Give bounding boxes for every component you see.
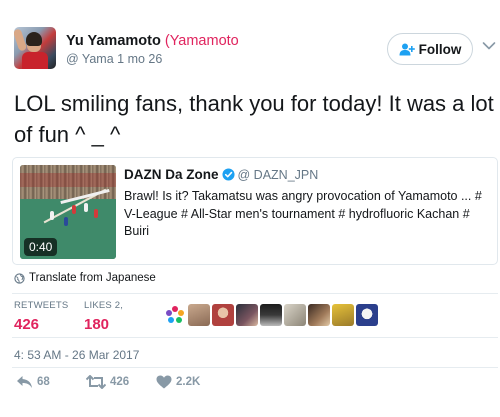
avatar-body [22,52,48,69]
translate-link[interactable]: Translate from Japanese [14,272,156,284]
avatar-hair [26,32,42,46]
likes-label: LIKES 2, [84,300,124,311]
divider [12,293,498,294]
heart-icon [156,375,172,389]
author-name-line[interactable]: Yu Yamamoto (Yamamoto [66,33,239,49]
thumbnail-player [64,217,68,226]
divider [12,367,498,368]
liker-avatar[interactable] [236,304,258,326]
reply-count: 68 [37,376,50,388]
author-extra-name: (Yamamoto [164,33,239,49]
retweet-count: 426 [110,376,130,388]
liker-avatar[interactable] [164,304,186,326]
divider [12,337,498,338]
reply-icon [17,376,32,388]
quoted-author-name[interactable]: DAZN Da Zone [124,167,219,182]
likes-value: 180 [84,316,110,333]
retweet-icon [86,375,106,389]
tweet-header: Yu Yamamoto (Yamamoto @ Yama 1 mo 26 Fol… [12,27,496,73]
retweets-label: RETWEETS [14,300,69,311]
liker-avatar[interactable] [356,304,378,326]
likes-stat[interactable]: LIKES 2, 180 [84,300,123,333]
thumbnail-player [50,211,54,220]
thumbnail-crowd [20,173,116,187]
thumbnail-player [84,203,88,212]
like-button[interactable]: 2.2K [156,375,200,389]
author-handle[interactable]: @ Yama [66,52,114,66]
thumbnail-player [94,209,98,218]
liker-avatar[interactable] [188,304,210,326]
tweet-timestamp[interactable]: 4: 53 AM - 26 Mar 2017 [14,348,139,362]
avatar[interactable] [14,27,56,69]
thumbnail-player [72,205,76,214]
globe-icon [14,272,25,284]
quoted-tweet-card[interactable]: 0:40 DAZN Da Zone @ DAZN_JPN Brawl! Is i… [12,157,498,265]
quoted-tweet-header: DAZN Da Zone @ DAZN_JPN [124,167,318,182]
liker-avatar[interactable] [284,304,306,326]
follow-icon [399,43,415,55]
like-count: 2.2K [176,376,201,388]
follow-button[interactable]: Follow [387,33,473,65]
liker-avatar[interactable] [332,304,354,326]
author-display-name[interactable]: Yu Yamamoto [66,33,161,49]
follow-button-label: Follow [418,41,462,57]
retweets-value: 426 [14,316,40,333]
video-thumbnail[interactable]: 0:40 [20,165,116,259]
reply-button[interactable]: 68 [16,375,50,389]
likers-avatars [164,304,378,328]
quoted-tweet-text: Brawl! Is it? Takamatsu was angry provoc… [124,189,482,238]
video-duration: 0:40 [24,238,58,256]
verified-icon [221,168,235,181]
chevron-down-icon[interactable] [482,41,496,51]
liker-avatar[interactable] [308,304,330,326]
tweet-text: LOL smiling fans, thank you for today! I… [14,91,494,147]
author-time-ago: 1 mo 26 [117,52,163,66]
author-handle-line: @ Yama 1 mo 26 [66,52,162,66]
liker-avatar[interactable] [212,304,234,326]
translate-label: Translate from Japanese [29,272,156,284]
liker-avatar[interactable] [260,304,282,326]
retweets-stat[interactable]: RETWEETS 426 [14,300,68,333]
retweet-button[interactable]: 426 [86,375,129,389]
quoted-author-handle[interactable]: @ DAZN_JPN [238,168,319,182]
